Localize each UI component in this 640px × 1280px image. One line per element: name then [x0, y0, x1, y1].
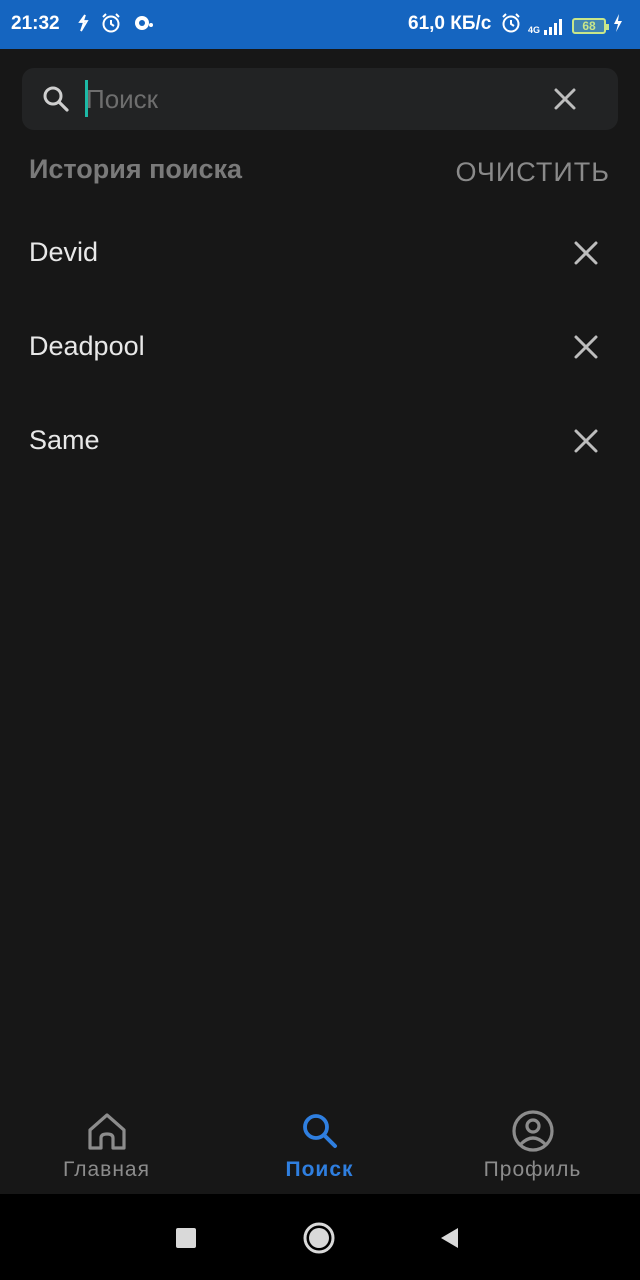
status-right-icons: 4G 68 — [500, 12, 624, 40]
home-button[interactable] — [299, 1218, 339, 1258]
search-bar — [22, 68, 618, 130]
history-item[interactable]: Devid — [0, 208, 640, 302]
remove-history-item-button[interactable] — [570, 331, 602, 363]
clear-history-button[interactable]: ОЧИСТИТЬ — [455, 157, 610, 188]
close-icon — [574, 335, 598, 359]
bottom-navigation: Главная Поиск Профиль — [0, 1100, 640, 1194]
remove-history-item-button[interactable] — [570, 425, 602, 457]
history-item[interactable]: Deadpool — [0, 302, 640, 396]
status-left-icons — [76, 12, 154, 40]
close-icon — [574, 429, 598, 453]
close-icon — [574, 241, 598, 265]
search-input[interactable] — [86, 81, 526, 117]
nav-label-search: Поиск — [285, 1158, 354, 1181]
back-button[interactable] — [430, 1218, 470, 1258]
history-item[interactable]: Same — [0, 396, 640, 490]
remove-history-item-button[interactable] — [570, 237, 602, 269]
nav-label-home: Главная — [63, 1158, 150, 1181]
signal-icon: 4G — [528, 17, 566, 35]
status-bar: 21:32 61,0 КБ/с 4G 68 — [0, 0, 640, 49]
nav-item-home[interactable]: Главная — [0, 1100, 213, 1194]
notification-icon — [132, 13, 154, 39]
network-type: 4G — [528, 25, 541, 35]
nav-item-profile[interactable]: Профиль — [426, 1100, 639, 1194]
alarm-icon — [100, 12, 122, 40]
history-item-label: Same — [29, 425, 100, 455]
status-time: 21:32 — [11, 13, 60, 34]
alarm-icon — [500, 12, 522, 40]
clear-search-button[interactable] — [550, 84, 580, 114]
recents-button[interactable] — [166, 1218, 206, 1258]
search-icon — [297, 1108, 343, 1159]
charging-icon — [612, 13, 624, 39]
system-navigation-bar — [0, 1194, 640, 1280]
sync-icon — [76, 13, 90, 39]
history-item-label: Devid — [29, 237, 99, 267]
battery-level: 68 — [582, 19, 596, 33]
square-icon — [176, 1228, 196, 1248]
back-triangle-icon — [441, 1228, 458, 1248]
network-speed: 61,0 КБ/с — [408, 13, 492, 34]
close-icon — [554, 88, 576, 110]
home-icon — [84, 1108, 130, 1159]
profile-icon — [510, 1108, 556, 1159]
circle-icon — [303, 1222, 335, 1254]
battery-icon: 68 — [572, 18, 610, 34]
history-title: История поиска — [29, 154, 243, 184]
search-icon — [42, 85, 70, 118]
nav-item-search[interactable]: Поиск — [213, 1100, 426, 1194]
nav-label-profile: Профиль — [483, 1158, 582, 1181]
history-item-label: Deadpool — [29, 331, 145, 361]
